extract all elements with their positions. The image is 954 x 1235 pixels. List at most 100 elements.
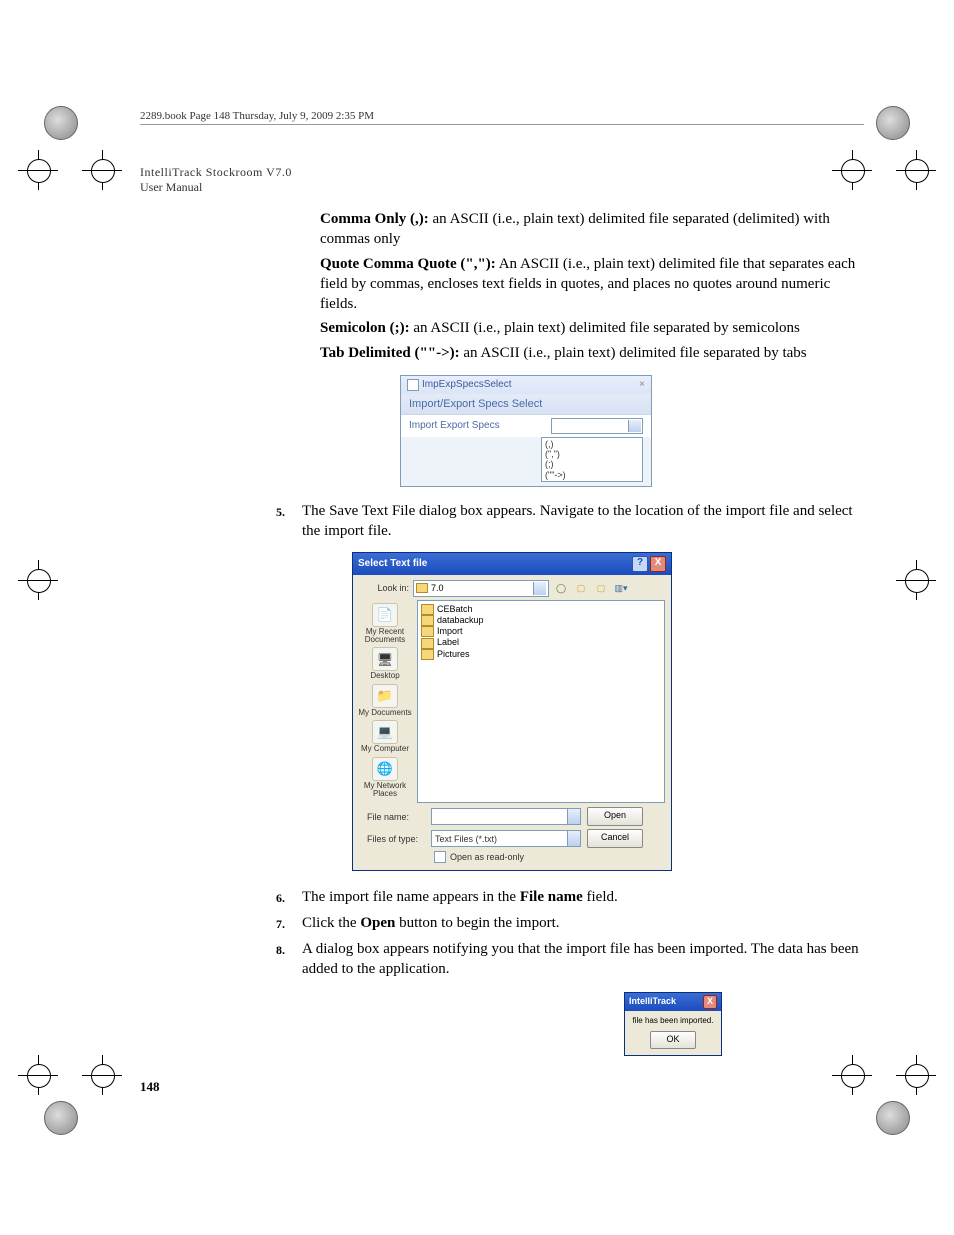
definitions-block: Comma Only (,): an ASCII (i.e., plain te… [320,209,864,363]
place-network[interactable]: 🌐My Network Places [353,756,417,800]
def-semicolon: an ASCII (i.e., plain text) delimited fi… [410,320,800,336]
new-folder-icon[interactable]: ▢ [593,580,609,596]
folder-icon [421,615,434,626]
filetype-label: Files of type: [367,833,425,845]
chevron-down-icon[interactable] [567,831,580,846]
specs-label: Import Export Specs [409,420,500,431]
folder-name: CEBatch [437,604,473,615]
doc-title: IntelliTrack Stockroom V7.0 [140,165,864,180]
step-bold: File name [520,889,583,905]
readonly-checkbox[interactable]: Open as read-only [434,851,665,863]
place-desktop[interactable]: 🖥Desktop [368,646,401,681]
doc-subtitle: User Manual [140,180,864,195]
dialog-title: IntelliTrack [629,995,676,1007]
folder-icon [416,583,428,593]
help-icon[interactable]: ? [632,556,648,572]
desktop-icon: 🖥 [372,647,398,671]
folder-item[interactable]: Label [421,637,661,648]
step-8: A dialog box appears notifying you that … [302,939,864,1056]
crop-mark-icon [896,1055,936,1095]
open-button[interactable]: Open [587,807,643,826]
place-label: My Network Places [364,781,406,798]
folder-icon [421,638,434,649]
import-confirm-dialog: IntelliTrack X file has been imported. O… [624,992,722,1057]
crop-mark-icon [896,150,936,190]
specs-dropdown-list[interactable]: (,) (",") (;) (""->) [541,437,643,482]
document-page: 2289.book Page 148 Thursday, July 9, 200… [0,0,954,1235]
views-icon[interactable]: ▥▾ [613,580,629,596]
up-folder-icon[interactable]: ▢ [573,580,589,596]
place-documents[interactable]: 📁My Documents [356,683,413,718]
file-list-pane[interactable]: CEBatch databackup Import Label Pictures [417,600,665,804]
step-5: The Save Text File dialog box appears. N… [302,501,864,870]
place-computer[interactable]: 💻My Computer [359,719,411,754]
dropdown-option[interactable]: (;) [545,459,639,469]
close-icon[interactable]: X [703,995,717,1009]
crop-mark-icon [832,150,872,190]
place-label: Desktop [370,671,399,680]
place-label: My Computer [361,744,409,753]
crop-mark-icon [832,1055,872,1095]
step-text: The import file name appears in the [302,889,520,905]
close-icon[interactable]: X [650,556,666,572]
network-icon: 🌐 [372,757,398,781]
folder-icon [421,604,434,615]
folder-item[interactable]: Pictures [421,649,661,660]
documents-icon: 📁 [372,684,398,708]
dialog-message: file has been imported. [625,1011,721,1030]
cancel-button[interactable]: Cancel [587,829,643,848]
lookin-value: 7.0 [431,582,444,594]
place-recent[interactable]: 📄My Recent Documents [353,602,417,646]
printer-mark-icon [876,1101,910,1135]
printer-mark-icon [876,106,910,140]
step-text: The Save Text File dialog box appears. N… [302,503,853,539]
recent-docs-icon: 📄 [372,603,398,627]
folder-item[interactable]: databackup [421,615,661,626]
dropdown-option[interactable]: (",") [545,449,639,459]
crop-mark-icon [82,150,122,190]
term-tab: Tab Delimited (""->): [320,345,460,361]
filename-label: File name: [367,811,425,823]
folder-icon [421,626,434,637]
crop-mark-icon [896,560,936,600]
app-icon [407,379,419,391]
filetype-combo[interactable]: Text Files (*.txt) [431,830,581,847]
readonly-label: Open as read-only [450,851,524,863]
step-text: A dialog box appears notifying you that … [302,941,859,977]
folder-icon [421,649,434,660]
place-label: My Documents [358,708,411,717]
close-icon[interactable]: × [639,379,645,390]
checkbox-icon[interactable] [434,851,446,863]
folder-item[interactable]: Import [421,626,661,637]
lookin-combo[interactable]: 7.0 [413,580,549,597]
folder-name: Pictures [437,649,470,660]
page-number: 148 [140,1079,160,1095]
printer-mark-icon [44,106,78,140]
ok-button[interactable]: OK [650,1031,696,1049]
folder-name: databackup [437,615,484,626]
folder-item[interactable]: CEBatch [421,604,661,615]
crop-mark-icon [18,560,58,600]
term-comma: Comma Only (,): [320,211,429,227]
crop-mark-icon [82,1055,122,1095]
step-text: button to begin the import. [395,915,559,931]
filename-input[interactable] [431,808,581,825]
select-text-file-dialog: Select Text file ? X Look in: 7.0 ◯ ▢ [352,552,672,871]
back-icon[interactable]: ◯ [553,580,569,596]
crop-mark-icon [18,1055,58,1095]
specs-combo[interactable] [551,418,643,434]
def-tab: an ASCII (i.e., plain text) delimited fi… [460,345,807,361]
chevron-down-icon[interactable] [533,582,546,595]
printer-mark-icon [44,1101,78,1135]
dialog-title: ImpExpSpecsSelect [422,379,512,390]
chevron-down-icon[interactable] [567,809,580,824]
term-quote: Quote Comma Quote (","): [320,256,496,272]
places-bar: 📄My Recent Documents 🖥Desktop 📁My Docume… [353,600,417,804]
page-header-line: 2289.book Page 148 Thursday, July 9, 200… [140,110,864,125]
crop-mark-icon [18,150,58,190]
step-7: Click the Open button to begin the impor… [302,913,864,933]
dropdown-option[interactable]: (""->) [545,470,639,480]
steps-list: The Save Text File dialog box appears. N… [272,501,864,1056]
dropdown-option[interactable]: (,) [545,439,639,449]
filetype-value: Text Files (*.txt) [435,833,497,845]
